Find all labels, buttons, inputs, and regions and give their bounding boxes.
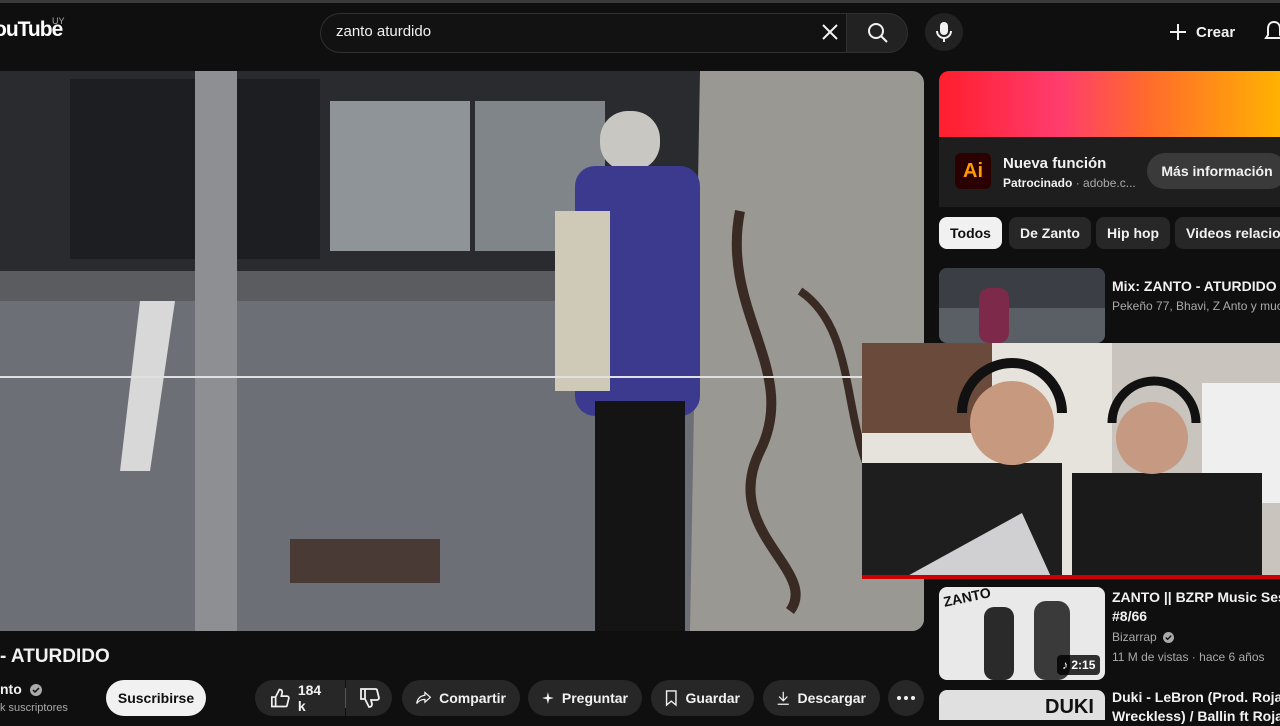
rec-title-line2[interactable]: Wreckless) / Ballin ft Rojas <box>1112 707 1280 726</box>
share-icon <box>416 691 432 704</box>
region-label: UY <box>52 16 65 26</box>
save-button[interactable]: Guardar <box>651 680 754 716</box>
rec-title[interactable]: ZANTO || BZRP Music Sessi <box>1112 588 1280 607</box>
adobe-illustrator-logo: Ai <box>955 153 991 189</box>
verified-icon <box>29 684 42 697</box>
plus-icon <box>1170 24 1186 40</box>
save-label: Guardar <box>685 690 740 706</box>
ad-card[interactable]: Ai Nueva función Patrocinado · adobe.c..… <box>939 71 1280 207</box>
verified-icon <box>1163 632 1175 644</box>
rec-thumbnail[interactable] <box>939 268 1105 343</box>
ad-title: Nueva función <box>1003 155 1107 172</box>
chip-todos[interactable]: Todos <box>939 217 1002 249</box>
create-button[interactable]: Crear <box>1168 18 1235 46</box>
download-label: Descargar <box>797 690 867 706</box>
dislike-button[interactable] <box>346 680 392 716</box>
chip-hip-hop[interactable]: Hip hop <box>1096 217 1171 249</box>
ad-banner[interactable] <box>939 71 1280 137</box>
create-label: Crear <box>1196 23 1236 41</box>
rec-stats: 11 M de vistas · hace 6 años <box>1112 650 1265 664</box>
rec-thumbnail[interactable]: DUKI <box>939 690 1105 720</box>
thumb-text: DUKI <box>1045 696 1094 718</box>
top-border <box>0 0 1280 3</box>
share-label: Compartir <box>439 690 506 706</box>
rec-title[interactable]: Duki - LeBron (Prod. Rojas & <box>1112 688 1280 707</box>
microphone-icon <box>936 22 952 42</box>
thumb-figure <box>979 288 1009 343</box>
download-icon <box>777 691 789 705</box>
search-input[interactable]: zanto aturdido <box>336 23 431 40</box>
rec-title-line2[interactable]: #8/66 <box>1112 607 1147 626</box>
ad-cta-button[interactable]: Más información <box>1147 153 1280 189</box>
rec-subtitle: Pekeño 77, Bhavi, Z Anto y much <box>1112 299 1280 313</box>
bookmark-icon <box>665 690 677 707</box>
rec-channel[interactable]: Bizarrap <box>1112 630 1175 644</box>
subscriber-count: k suscriptores <box>0 702 68 714</box>
webcam-overlay <box>862 343 1280 579</box>
download-button[interactable]: Descargar <box>763 680 880 716</box>
video-player[interactable] <box>0 71 924 631</box>
notifications-button[interactable] <box>1264 20 1280 49</box>
music-note-icon: ♪ <box>1062 658 1068 672</box>
webcam-frame <box>862 343 1280 579</box>
ask-label: Preguntar <box>561 690 628 706</box>
subscribe-button[interactable]: Suscribirse <box>106 680 206 716</box>
video-frame <box>0 71 924 631</box>
thumb-bg <box>939 268 1105 308</box>
ad-sponsor-line: Patrocinado · adobe.c... <box>1003 176 1136 190</box>
sparkle-icon <box>542 692 554 704</box>
thumbs-down-icon <box>360 688 380 708</box>
ask-button[interactable]: Preguntar <box>528 680 642 716</box>
like-button[interactable]: 184 k <box>255 680 345 716</box>
clear-search-button[interactable] <box>818 20 842 44</box>
bell-icon <box>1264 20 1280 39</box>
close-icon <box>822 24 838 40</box>
chip-videos-relacionados[interactable]: Videos relacion <box>1175 217 1280 249</box>
duration-badge: ♪ 2:15 <box>1057 655 1101 675</box>
more-actions-button[interactable] <box>888 680 924 716</box>
thumb-text: ZANTO <box>941 587 993 610</box>
rec-title[interactable]: Mix: ZANTO - ATURDIDO <box>1112 277 1277 296</box>
video-title: - ATURDIDO <box>0 646 110 667</box>
thumb-figure <box>984 607 1014 680</box>
channel-name[interactable]: nto <box>0 681 42 697</box>
like-count: 184 k <box>297 682 322 714</box>
chip-de-zanto[interactable]: De Zanto <box>1009 217 1091 249</box>
search-button[interactable] <box>846 13 908 53</box>
search-icon <box>868 23 888 43</box>
thumbs-up-icon <box>270 688 290 708</box>
voice-search-button[interactable] <box>925 13 963 51</box>
more-horizontal-icon <box>897 696 915 700</box>
rec-thumbnail[interactable]: ZANTO ♪ 2:15 <box>939 587 1105 680</box>
share-button[interactable]: Compartir <box>402 680 520 716</box>
